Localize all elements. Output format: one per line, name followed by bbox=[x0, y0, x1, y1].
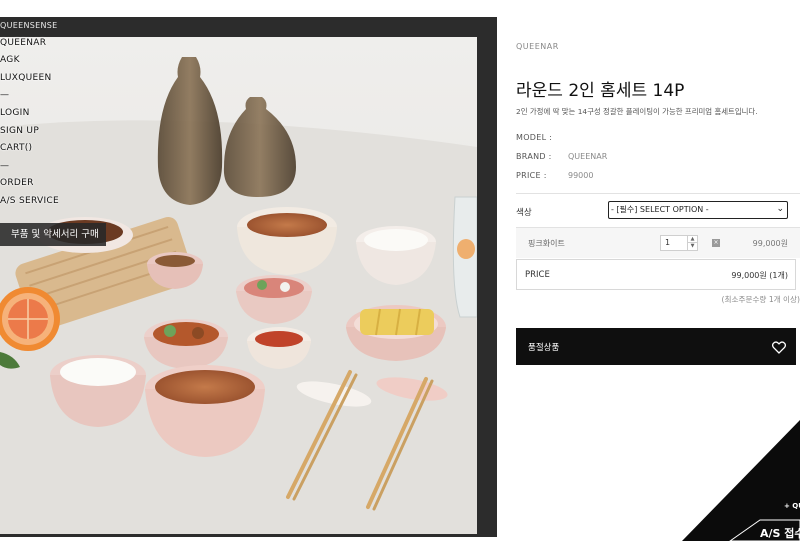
heart-icon[interactable] bbox=[771, 339, 787, 358]
nav-item-login[interactable]: LOGIN bbox=[0, 105, 70, 123]
tableware-illustration bbox=[0, 37, 477, 534]
option-select[interactable]: - [필수] SELECT OPTION - ⌄ bbox=[608, 201, 788, 219]
product-description: 2인 가정에 딱 맞는 14구성 정갈한 플레이팅이 가능한 프리미엄 홈세트입… bbox=[516, 107, 758, 116]
product-title: 라운드 2인 홈세트 14P bbox=[516, 81, 685, 101]
product-photo bbox=[0, 37, 477, 534]
spec-price-label: PRICE : bbox=[516, 171, 547, 180]
corner-banner-shape bbox=[682, 420, 800, 541]
as-corner-banner[interactable]: + QU A/S 접수 bbox=[680, 420, 800, 541]
spec-model: MODEL : bbox=[516, 133, 568, 142]
nav-item-agk[interactable]: AGK bbox=[0, 52, 70, 70]
product-image-frame bbox=[0, 17, 497, 537]
nav-item-queensense[interactable]: QUEENSENSE bbox=[0, 17, 70, 35]
spec-model-label: MODEL : bbox=[516, 133, 553, 142]
spec-brand-label: BRAND : bbox=[516, 152, 552, 161]
nav-divider: — bbox=[0, 160, 9, 171]
total-price-label: PRICE bbox=[525, 270, 550, 280]
chevron-down-icon: ⌄ bbox=[776, 204, 784, 214]
spec-brand: BRAND : QUEENAR bbox=[516, 152, 607, 161]
corner-banner-plus-text: + QU bbox=[784, 502, 800, 510]
total-price-box: PRICE 99,000원 (1개) bbox=[516, 259, 796, 290]
brand-label[interactable]: QUEENAR bbox=[516, 42, 559, 51]
option-select-value: - [필수] SELECT OPTION - bbox=[611, 205, 709, 214]
quantity-down-icon[interactable]: ▼ bbox=[687, 243, 697, 250]
sold-out-button[interactable]: 품절상품 bbox=[516, 328, 796, 365]
spec-brand-value: QUEENAR bbox=[568, 152, 608, 161]
selected-option-price: 99,000원 bbox=[752, 239, 788, 248]
selected-option-name: 핑크화이트 bbox=[528, 239, 565, 248]
divider bbox=[516, 193, 800, 194]
total-price-value: 99,000원 (1개) bbox=[731, 271, 788, 280]
nav-item-sign-up[interactable]: SIGN UP bbox=[0, 123, 70, 141]
parts-accessories-button[interactable]: 부품 및 악세서리 구매 bbox=[0, 223, 106, 246]
selected-option-row: 핑크화이트 1 ▲ ▼ × 99,000원 bbox=[516, 228, 800, 258]
quantity-up-icon[interactable]: ▲ bbox=[687, 236, 697, 243]
nav-item-cart[interactable]: CART() bbox=[0, 140, 70, 158]
minimum-order-note: (최소주문수량 1개 이상) bbox=[721, 295, 800, 304]
quantity-stepper: 1 ▲ ▼ bbox=[660, 235, 698, 251]
spec-price: PRICE : 99000 bbox=[516, 171, 593, 180]
nav-item-order[interactable]: ORDER bbox=[0, 175, 70, 193]
remove-option-icon[interactable]: × bbox=[712, 239, 720, 247]
quantity-input[interactable]: 1 bbox=[665, 238, 670, 247]
nav-item-queenar[interactable]: QUEENAR bbox=[0, 35, 70, 53]
nav-divider: — bbox=[0, 90, 9, 101]
corner-banner-as-text: A/S 접수 bbox=[760, 527, 800, 540]
nav-item-as-service[interactable]: A/S SERVICE bbox=[0, 193, 70, 211]
side-navigation: QUEENSENSE QUEENAR AGK LUXQUEEN — LOGIN … bbox=[0, 17, 70, 211]
nav-item-luxqueen[interactable]: LUXQUEEN bbox=[0, 70, 70, 88]
spec-price-value: 99000 bbox=[568, 171, 594, 180]
sold-out-label: 품절상품 bbox=[528, 343, 560, 353]
option-color-label: 색상 bbox=[516, 208, 532, 218]
